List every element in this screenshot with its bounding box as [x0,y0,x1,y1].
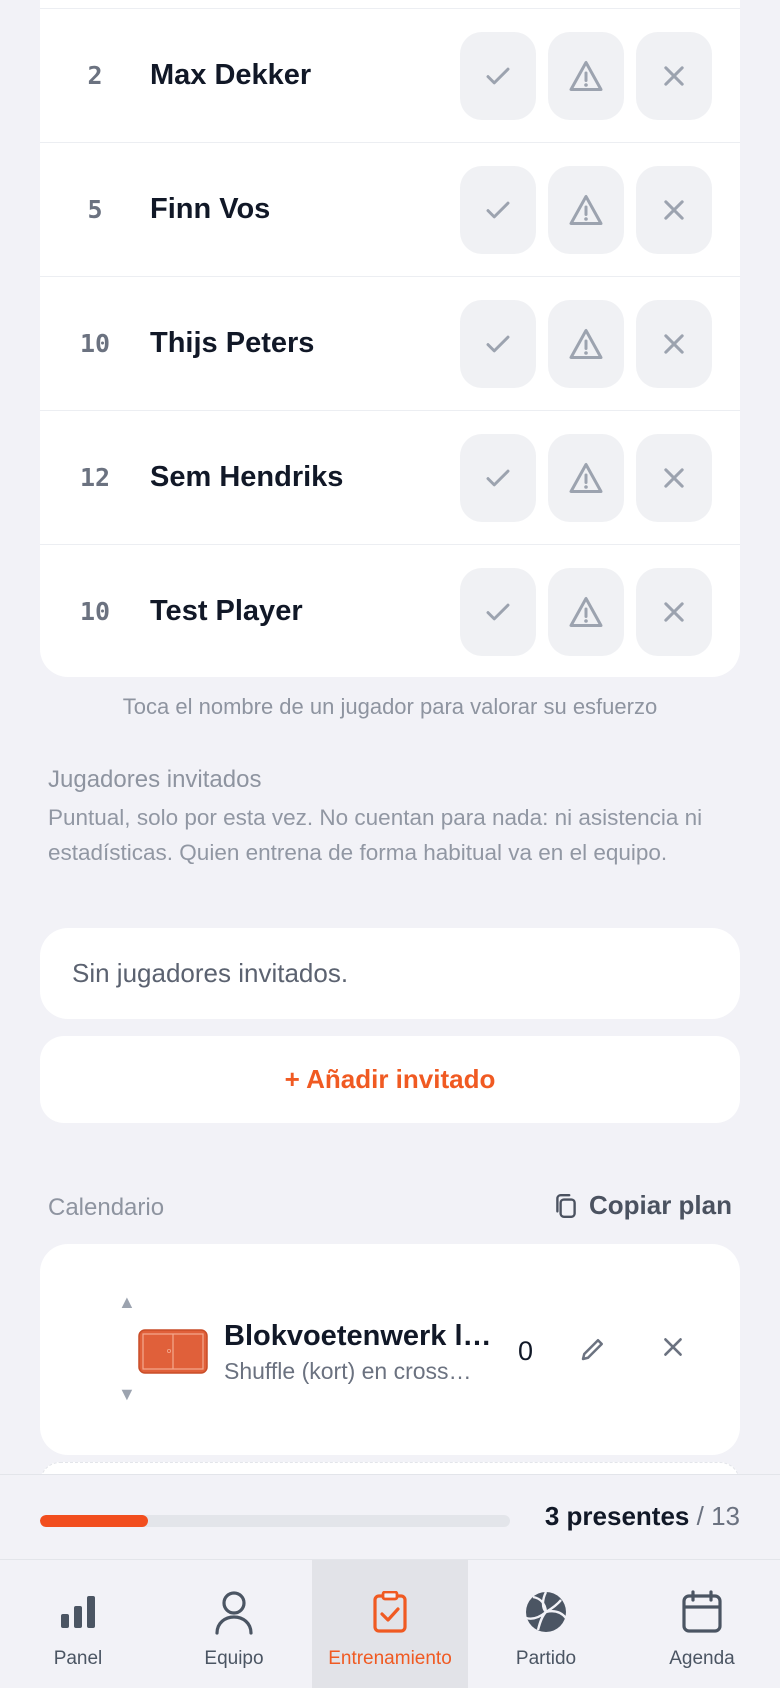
edit-drill-button[interactable] [578,1334,608,1369]
present-button[interactable] [460,31,536,120]
injured-button[interactable] [548,567,624,656]
player-number: 5 [87,195,103,224]
warning-icon [569,194,603,225]
nav-label: Panel [53,1648,103,1669]
nav-item-agenda[interactable]: Agenda [624,1560,780,1688]
present-button[interactable] [460,299,536,388]
roster-card: 2 Max Dekker 5 Finn Vos 10 Thijs Peters … [40,0,740,677]
present-button[interactable] [460,165,536,254]
warning-icon [569,596,603,627]
player-number: 12 [79,463,111,492]
player-number: 2 [87,61,103,90]
nav-item-panel[interactable]: Panel [0,1560,156,1688]
drill-count: 0 [518,1336,534,1366]
copy-icon [556,1193,576,1218]
move-down-icon[interactable]: ▼ [118,1384,136,1405]
nav-label: Entrenamiento [328,1648,452,1669]
check-icon [486,335,510,352]
guests-empty-text: Sin jugadores invitados. [72,958,349,988]
nav-item-entrenamiento[interactable]: Entrenamiento [312,1560,468,1688]
schedule-title: Calendario [48,1194,165,1221]
close-icon [664,601,684,622]
player-name[interactable]: Thijs Peters [150,327,460,360]
check-icon [486,67,510,84]
player-number: 10 [79,329,111,358]
volleyball-icon [525,1591,567,1632]
check-icon [486,603,510,620]
injured-button[interactable] [548,433,624,522]
guests-description: Puntual, solo por esta vez. No cuentan p… [48,805,703,865]
remove-drill-button[interactable] [660,1334,686,1365]
close-icon [664,1338,682,1356]
attendance-progress-track [40,1515,510,1527]
absent-button[interactable] [636,165,712,254]
guests-title: Jugadores invitados [48,766,262,793]
player-row[interactable]: 12 Sem Hendriks [40,410,740,544]
nav-label: Partido [515,1648,577,1669]
player-row[interactable]: 10 Thijs Peters [40,276,740,410]
nav-item-equipo[interactable]: Equipo [156,1560,312,1688]
clipboard-check-icon [373,1591,407,1633]
drill-card[interactable]: ▲ ▼ Blokvoetenwerk la… Shuffle (kort) en… [40,1244,740,1455]
user-icon [215,1591,253,1635]
player-name[interactable]: Sem Hendriks [150,461,460,494]
player-number: 10 [79,597,111,626]
warning-icon [569,328,603,359]
present-button[interactable] [460,567,536,656]
absent-button[interactable] [636,31,712,120]
add-guest-button[interactable]: + Añadir invitado [40,1036,740,1123]
player-name[interactable]: Finn Vos [150,193,460,226]
calendar-icon [682,1590,722,1633]
bar-chart-icon [61,1596,95,1628]
court-icon [138,1329,208,1374]
drill-subtitle: Shuffle (kort) en cross… [224,1358,472,1384]
nav-label: Agenda [669,1648,735,1669]
close-icon [664,467,684,488]
warning-icon [569,462,603,493]
player-row[interactable]: 2 Max Dekker [40,8,740,142]
present-button[interactable] [460,433,536,522]
injured-button[interactable] [548,31,624,120]
check-icon [486,469,510,486]
present-count: 3 presentes [544,1501,690,1531]
nav-label: Equipo [204,1648,264,1669]
player-row[interactable]: 5 Finn Vos [40,142,740,276]
copy-plan-label: Copiar plan [588,1190,732,1220]
pencil-icon [581,1339,603,1361]
injured-button[interactable] [548,299,624,388]
attendance-progress-fill [40,1515,149,1527]
attendance-bar: 3 presentes / 13 [0,1474,780,1559]
player-name[interactable]: Test Player [150,595,460,628]
player-name[interactable]: Max Dekker [150,59,460,92]
drill-title[interactable]: Blokvoetenwerk la… [224,1320,504,1353]
add-guest-label: + Añadir invitado [284,1064,496,1094]
close-icon [664,199,684,220]
move-up-icon[interactable]: ▲ [118,1292,136,1313]
warning-icon [569,60,603,91]
injured-button[interactable] [548,165,624,254]
nav-item-partido[interactable]: Partido [468,1560,624,1688]
bottom-nav: Panel Equipo Entrenamiento Partido Agend… [0,1559,780,1688]
absent-button[interactable] [636,433,712,522]
close-icon [664,333,684,354]
guests-empty-card: Sin jugadores invitados. [40,928,740,1019]
absent-button[interactable] [636,567,712,656]
check-icon [486,201,510,218]
player-row[interactable]: 10 Test Player [40,544,740,678]
close-icon [664,65,684,86]
rating-hint: Toca el nombre de un jugador para valora… [122,694,658,719]
absent-button[interactable] [636,299,712,388]
attendance-count: 3 presentes / 13 [545,1501,740,1532]
copy-plan-button[interactable]: Copiar plan [553,1190,732,1221]
total-count: / 13 [696,1501,740,1531]
